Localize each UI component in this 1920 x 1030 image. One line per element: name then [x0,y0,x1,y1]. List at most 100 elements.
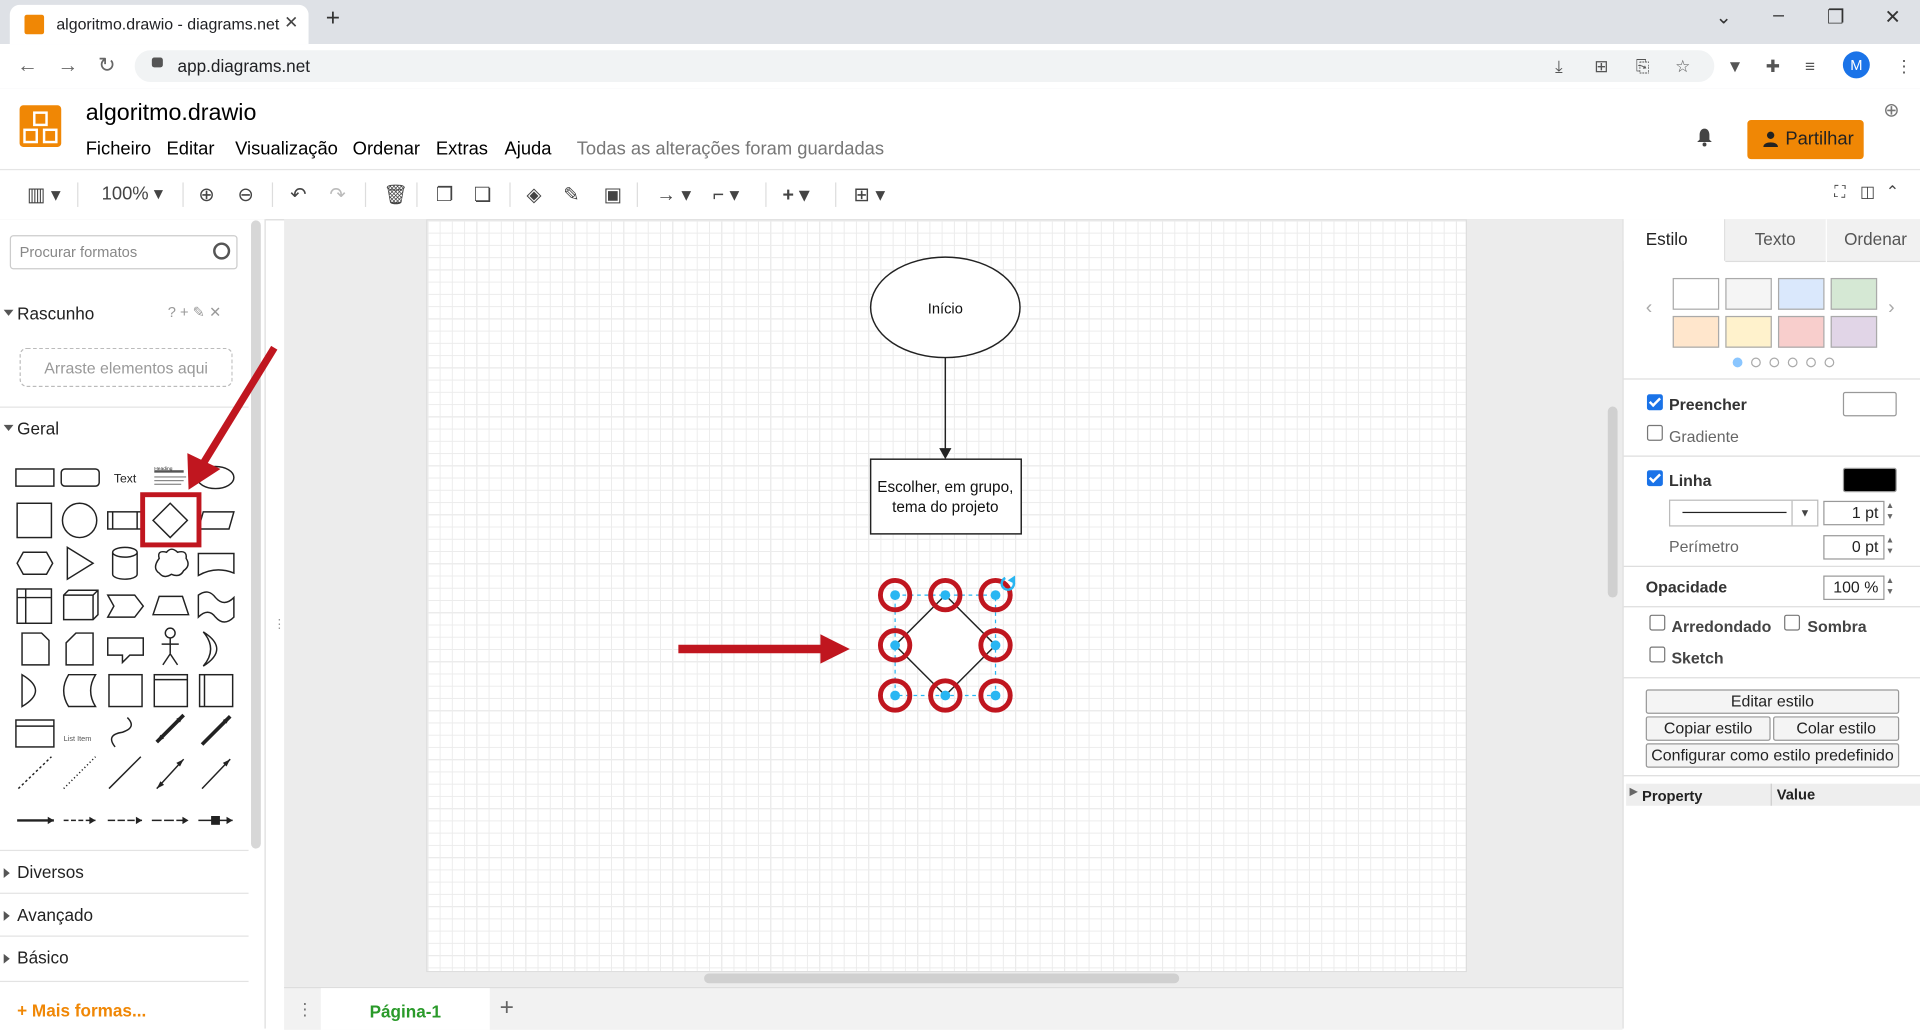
menu-help[interactable]: Ajuda [504,138,551,159]
extension-icon[interactable]: ▼ [1727,56,1744,76]
swatch-6[interactable] [1725,315,1772,348]
more-shapes-link[interactable]: + Mais formas... [17,1000,146,1020]
sketch-checkbox[interactable] [1649,646,1666,663]
swatch-prev-icon[interactable]: ‹ [1646,298,1653,320]
install-app-icon[interactable]: ⤓ [1555,56,1563,77]
bookmark-star-icon[interactable]: ☆ [1675,56,1690,77]
delay-shape[interactable] [21,673,37,708]
share-button[interactable]: Partilhar [1747,120,1864,160]
fullscreen-icon[interactable]: ⛶ [1834,182,1845,206]
fill-color-picker[interactable] [1842,391,1897,417]
undo-icon[interactable]: ↶ [290,182,306,206]
hexagon-shape[interactable] [16,551,54,576]
swatch-7[interactable] [1777,315,1825,348]
canvas-v-scrollbar[interactable] [1607,406,1618,598]
cube-shape[interactable] [62,589,99,621]
tab-style[interactable]: Estilo [1623,219,1726,261]
page-tab-current[interactable]: Página-1 [320,988,490,1030]
add-page-button[interactable]: + [500,994,514,1022]
insert-icon[interactable]: + ▾ [782,182,809,206]
diamond-shape[interactable] [152,502,189,539]
menu-arrange[interactable]: Ordenar [353,138,420,159]
frame-shape[interactable] [108,673,143,708]
list-shape[interactable] [15,719,55,748]
waypoints-icon[interactable]: ⌐ ▾ [713,182,740,206]
line-width-stepper[interactable]: ▲ ▼ [1886,501,1898,525]
back-icon[interactable]: ← [17,54,38,78]
moon-shape[interactable] [202,631,218,667]
page-dot-6[interactable] [1824,357,1835,368]
callout-shape[interactable] [107,637,145,665]
line-width-input[interactable]: 1 pt [1823,500,1885,526]
list-item-shape[interactable]: List Item [64,734,92,743]
page-dot-2[interactable] [1751,357,1761,368]
section-basic[interactable]: Básico [0,935,249,979]
menu-file[interactable]: Ficheiro [86,138,151,159]
circle-shape[interactable] [61,502,98,539]
tab-close-icon[interactable]: ✕ [284,12,298,33]
stored-data-shape[interactable] [62,673,97,708]
copy-style-button[interactable]: Copiar estilo [1645,716,1771,741]
reload-icon[interactable]: ↻ [98,54,115,78]
browser-menu-icon[interactable]: ⋮ [1896,56,1913,77]
swatch-3[interactable] [1777,277,1825,310]
container-shape[interactable] [16,588,53,625]
table-icon[interactable]: ⊞ ▾ [853,182,885,206]
page-dot-5[interactable] [1806,357,1816,368]
tab-arrange[interactable]: Ordenar [1826,219,1920,263]
forward-icon[interactable]: → [58,54,79,78]
swatch-2[interactable] [1725,277,1772,310]
shadow-icon[interactable]: ▣ [604,182,623,206]
swatch-8[interactable] [1830,315,1878,348]
shadow-checkbox[interactable] [1784,614,1801,631]
minimize-button[interactable]: – [1773,5,1784,27]
curve-shape[interactable] [110,717,132,748]
page-dot-4[interactable] [1787,357,1798,368]
tab-text[interactable]: Texto [1725,219,1826,263]
page-dot-3[interactable] [1769,357,1780,368]
format-panel-toggle-icon[interactable]: ▥ ▾ [27,182,61,206]
trapezoid-shape[interactable] [152,595,190,616]
note-shape[interactable] [21,632,50,666]
menu-edit[interactable]: Editar [167,138,215,159]
share-page-icon[interactable]: ⎘ [1636,56,1650,77]
tab-search-icon[interactable]: ⌄ [1716,5,1732,29]
section-advanced[interactable]: Avançado [0,892,249,936]
url-bar[interactable]: app.diagrams.net [134,50,1715,83]
to-front-icon[interactable]: ❐ [436,182,454,206]
cylinder-shape[interactable] [111,546,138,580]
process-box[interactable] [869,458,1022,535]
maximize-button[interactable]: ❐ [1827,5,1845,29]
text-shape[interactable]: Text [114,471,137,485]
swatch-1[interactable] [1672,277,1720,310]
pages-menu-icon[interactable]: ⋮ [296,999,313,1020]
step-shape[interactable] [106,594,145,618]
section-misc[interactable]: Diversos [0,849,249,893]
panel-toggle-icon[interactable]: ◫ [1860,182,1875,206]
square-shape[interactable] [16,502,53,539]
redo-icon[interactable]: ↷ [329,182,345,206]
swatch-4[interactable] [1830,277,1878,310]
scratchpad-tools[interactable]: ? + ✎ ✕ [168,304,222,321]
sidebar-scrollbar[interactable] [251,220,261,849]
translate-icon[interactable]: ⊞ [1594,56,1608,77]
gradient-checkbox[interactable] [1646,424,1663,441]
opacity-input[interactable]: 100 % [1823,575,1885,601]
zoom-select[interactable]: 100% ▾ [102,182,163,206]
profile-avatar[interactable]: M [1842,51,1870,79]
document-title[interactable]: algoritmo.drawio [86,100,257,127]
opacity-stepper[interactable]: ▲ ▼ [1886,576,1898,600]
line-pattern-select[interactable]: ▼ [1668,499,1819,527]
perimeter-stepper[interactable]: ▲ ▼ [1886,535,1898,559]
section-scratchpad[interactable]: Rascunho ? + ✎ ✕ [0,293,249,335]
sidebar-resize-handle[interactable]: ⋮ [273,618,285,631]
rectangle-shape[interactable] [15,468,55,487]
set-default-style-button[interactable]: Configurar como estilo predefinido [1645,743,1900,768]
rounded-checkbox[interactable] [1649,614,1666,631]
document-shape[interactable] [197,552,235,577]
line-checkbox[interactable] [1646,470,1663,487]
zoom-out-icon[interactable]: ⊖ [238,182,254,206]
bell-icon[interactable] [1695,127,1715,147]
menu-view[interactable]: Visualização [235,138,338,159]
connection-icon[interactable]: → ▾ [656,182,691,206]
